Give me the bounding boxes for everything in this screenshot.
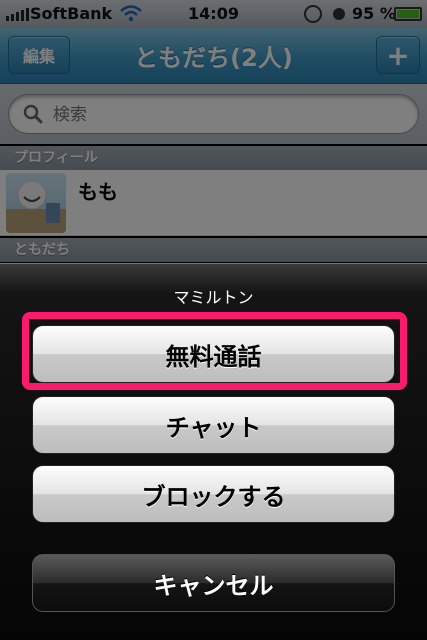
cancel-button[interactable]: キャンセル xyxy=(32,554,395,612)
free-call-button[interactable]: 無料通話 xyxy=(32,325,395,383)
action-sheet-title: マミルトン xyxy=(173,288,254,307)
block-button[interactable]: ブロックする xyxy=(32,465,395,523)
action-sheet: マミルトン 無料通話 チャット ブロックする キャンセル xyxy=(0,263,427,640)
chat-button[interactable]: チャット xyxy=(32,396,395,454)
